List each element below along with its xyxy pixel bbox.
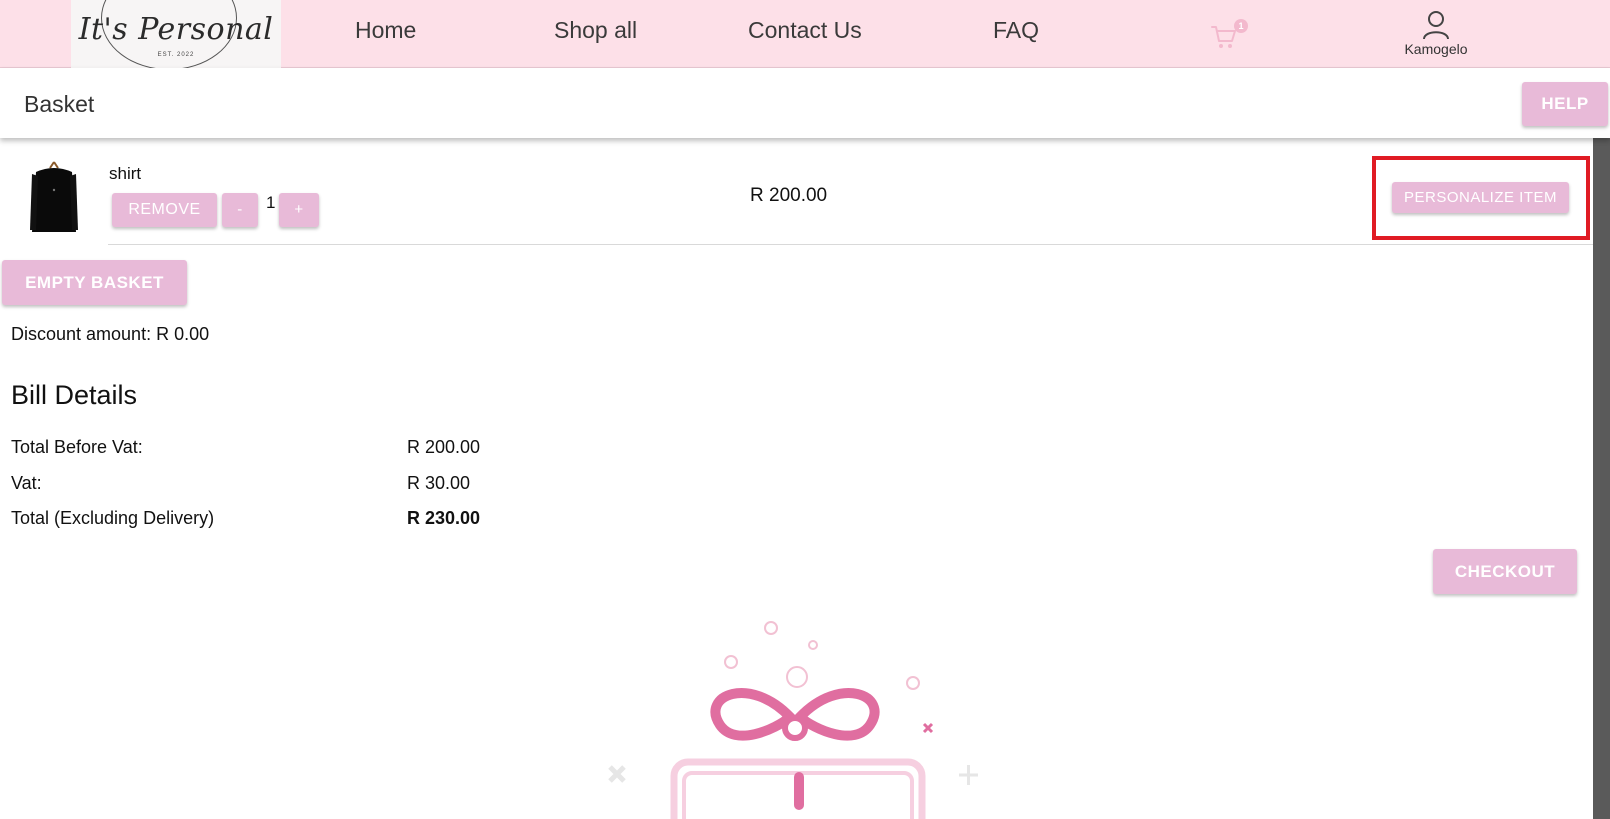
bill-value-total: R 230.00 <box>407 508 481 528</box>
bill-label-total-before-vat: Total Before Vat: <box>11 437 143 457</box>
page-scrollbar[interactable] <box>1593 138 1610 819</box>
bill-label-total: Total (Excluding Delivery) <box>11 508 215 528</box>
bill-label-vat: Vat: <box>11 473 42 493</box>
user-icon <box>1423 11 1449 40</box>
page-title: Basket <box>24 91 95 117</box>
item-divider <box>108 244 1593 245</box>
cart-button[interactable]: 1 <box>1210 19 1250 49</box>
cart-count-badge: 1 <box>1234 19 1248 33</box>
decrease-quantity-button[interactable]: - <box>222 193 258 227</box>
brand-logo[interactable]: It's Personal EST. 2022 <box>71 0 281 68</box>
help-button[interactable]: HELP <box>1522 82 1608 126</box>
shirt-icon <box>30 161 78 232</box>
user-name: Kamogelo <box>1404 41 1468 57</box>
basket-header: Basket HELP <box>0 68 1610 138</box>
top-navbar: It's Personal EST. 2022 Home Shop all Co… <box>0 0 1610 68</box>
logo-est-text: EST. 2022 <box>157 52 195 58</box>
highlight-box <box>1372 156 1590 240</box>
remove-item-button[interactable]: REMOVE <box>112 193 217 227</box>
item-name: shirt <box>109 164 142 183</box>
item-price: R 200.00 <box>750 185 828 206</box>
gift-illustration-icon <box>608 621 978 819</box>
item-image <box>30 160 78 234</box>
checkout-button[interactable]: CHECKOUT <box>1433 549 1577 594</box>
bill-details-title: Bill Details <box>11 380 138 410</box>
bill-value-total-before-vat: R 200.00 <box>407 437 481 457</box>
item-quantity: 1 <box>266 193 276 212</box>
increase-quantity-button[interactable]: + <box>279 193 319 227</box>
discount-amount: Discount amount: R 0.00 <box>11 324 210 344</box>
nav-link-contact-us[interactable]: Contact Us <box>748 17 862 44</box>
nav-link-shop-all[interactable]: Shop all <box>554 17 637 44</box>
logo-text: It's Personal <box>78 12 274 47</box>
nav-link-faq[interactable]: FAQ <box>993 17 1039 44</box>
bill-value-vat: R 30.00 <box>407 473 471 493</box>
empty-basket-button[interactable]: EMPTY BASKET <box>2 260 187 305</box>
user-account-button[interactable]: Kamogelo <box>1396 8 1476 60</box>
nav-link-home[interactable]: Home <box>355 17 416 44</box>
